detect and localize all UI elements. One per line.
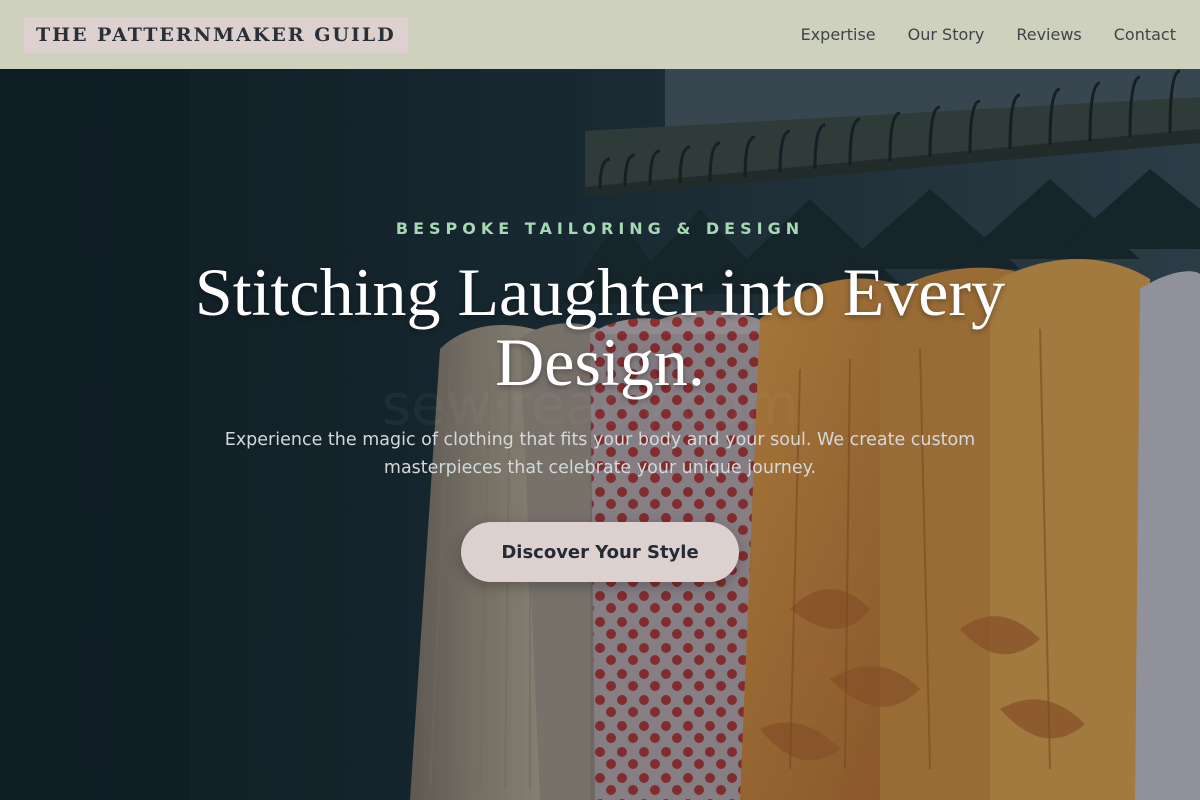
main-nav: Expertise Our Story Reviews Contact [801, 25, 1176, 44]
nav-link-reviews[interactable]: Reviews [1016, 25, 1081, 44]
hero-headline: Stitching Laughter into Every Design. [194, 254, 1006, 400]
nav-link-expertise[interactable]: Expertise [801, 25, 876, 44]
nav-link-contact[interactable]: Contact [1114, 25, 1176, 44]
brand-logo[interactable]: THE PATTERNMAKER GUILD [24, 16, 408, 53]
hero-eyebrow: BESPOKE TAILORING & DESIGN [395, 219, 805, 238]
hero-subtext: Experience the magic of clothing that fi… [224, 430, 976, 478]
nav-link-our-story[interactable]: Our Story [908, 25, 985, 44]
hero-content: BESPOKE TAILORING & DESIGN Stitching Lau… [0, 69, 1200, 800]
site-header: THE PATTERNMAKER GUILD Expertise Our Sto… [0, 0, 1200, 69]
discover-style-button[interactable]: Discover Your Style [461, 522, 739, 582]
